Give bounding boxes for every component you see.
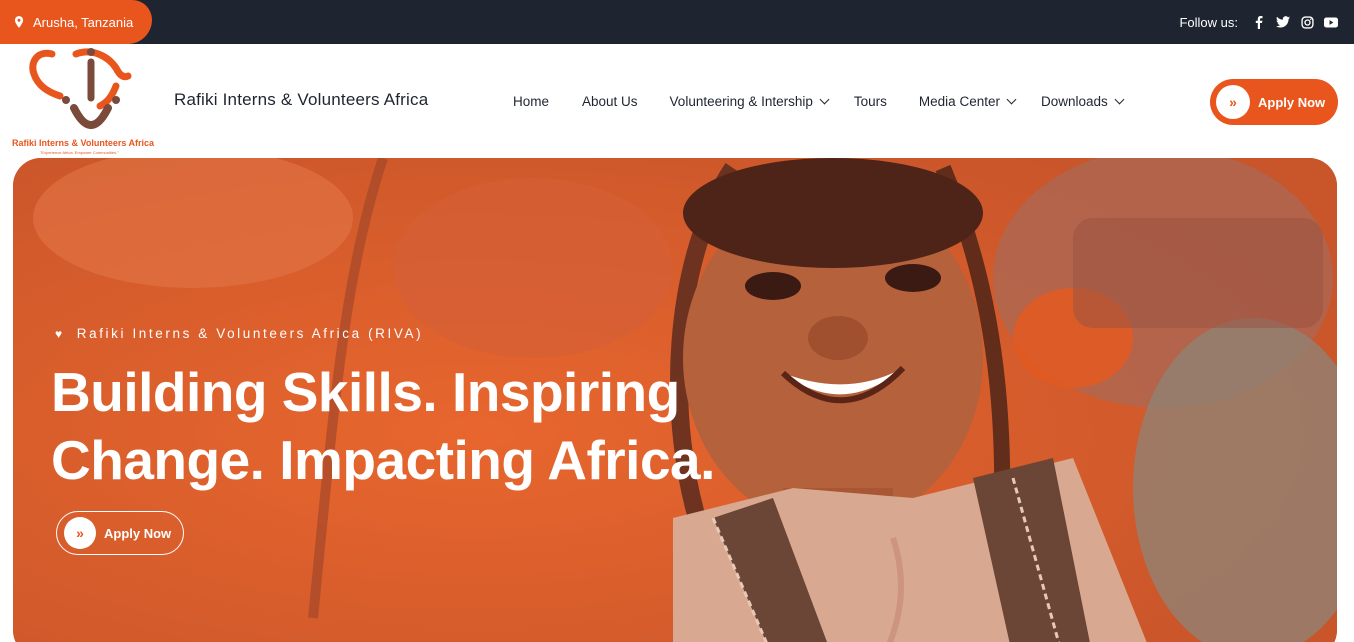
nav-item-home[interactable]: Home (513, 94, 549, 109)
hero-headline-line2: Change. Impacting Africa. (51, 429, 715, 491)
facebook-icon[interactable] (1252, 15, 1266, 29)
site-header: Rafiki Interns & Volunteers Africa "Expe… (0, 44, 1354, 156)
header-apply-button[interactable]: » Apply Now (1210, 79, 1338, 125)
chevron-down-icon (1006, 94, 1017, 105)
top-bar: Arusha, Tanzania Follow us: (0, 0, 1354, 44)
nav-item-downloads[interactable]: Downloads (1040, 94, 1125, 109)
location-pin-icon (14, 16, 24, 28)
logo-mark-icon (29, 48, 132, 129)
hero-banner: ♥ Rafiki Interns & Volunteers Africa (RI… (13, 158, 1337, 642)
nav-item-label: Tours (853, 94, 887, 109)
hero-eyebrow: ♥ Rafiki Interns & Volunteers Africa (RI… (55, 326, 423, 341)
location-pill: Arusha, Tanzania (0, 0, 152, 44)
nav-item-media-center[interactable]: Media Center (918, 94, 1017, 109)
nav-item-about-us[interactable]: About Us (582, 94, 638, 109)
nav-item-label: About Us (582, 94, 638, 109)
chevron-down-icon (819, 94, 830, 105)
nav-item-label: Volunteering & Intership (669, 94, 813, 109)
double-chevron-right-icon: » (64, 517, 96, 549)
follow-label: Follow us: (1179, 14, 1238, 30)
social-links (1252, 0, 1338, 44)
instagram-icon[interactable] (1300, 15, 1314, 29)
site-title[interactable]: Rafiki Interns & Volunteers Africa (174, 90, 428, 110)
main-nav: Home About Us Volunteering & Intership T… (513, 94, 1125, 109)
apply-button-label: Apply Now (1258, 94, 1326, 110)
hero-eyebrow-text: Rafiki Interns & Volunteers Africa (RIVA… (76, 326, 424, 341)
location-text: Arusha, Tanzania (33, 14, 134, 30)
double-chevron-right-icon: » (1216, 85, 1250, 119)
nav-item-volunteering[interactable]: Volunteering & Intership (669, 94, 830, 109)
hero-headline: Building Skills. Inspiring Change. Impac… (51, 358, 771, 494)
apply-button-label: Apply Now (104, 525, 172, 541)
logo-brand-text: Rafiki Interns & Volunteers Africa (12, 138, 155, 148)
nav-item-label: Downloads (1040, 94, 1108, 109)
site-logo[interactable]: Rafiki Interns & Volunteers Africa "Expe… (12, 46, 174, 158)
nav-item-label: Home (513, 94, 550, 109)
twitter-icon[interactable] (1276, 15, 1290, 29)
nav-item-label: Media Center (918, 94, 1000, 109)
hero-apply-button[interactable]: » Apply Now (56, 511, 184, 555)
logo-tagline: "Experience Africa. Empower Communities.… (40, 150, 119, 155)
heart-icon: ♥ (55, 326, 65, 341)
nav-item-tours[interactable]: Tours (854, 94, 887, 109)
youtube-icon[interactable] (1324, 15, 1338, 29)
chevron-down-icon (1114, 94, 1125, 105)
hero-headline-line1: Building Skills. Inspiring (51, 361, 680, 423)
